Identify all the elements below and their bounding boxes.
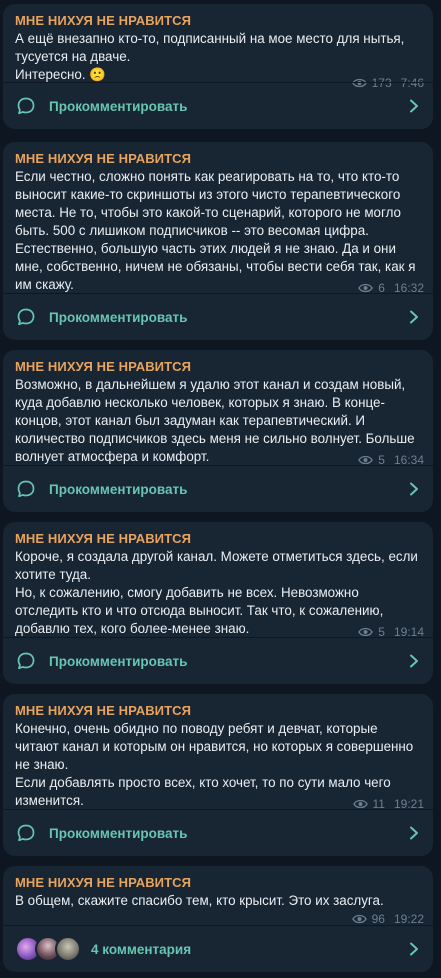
commenter-avatars xyxy=(15,936,81,962)
channel-post: МНЕ НИХУЯ НЕ НРАВИТСЯ Если честно, сложн… xyxy=(3,142,433,340)
comment-button[interactable]: Прокомментировать xyxy=(3,465,433,512)
post-meta: 96 19:22 xyxy=(351,912,424,926)
channel-post: МНЕ НИХУЯ НЕ НРАВИТСЯ В общем, скажите с… xyxy=(3,866,433,972)
view-count: 96 xyxy=(371,912,385,926)
chevron-right-icon[interactable] xyxy=(409,942,419,956)
channel-post: МНЕ НИХУЯ НЕ НРАВИТСЯ Короче, я создала … xyxy=(3,522,433,684)
channel-post: МНЕ НИХУЯ НЕ НРАВИТСЯ А ещё внезапно кто… xyxy=(3,4,433,129)
post-body: МНЕ НИХУЯ НЕ НРАВИТСЯ Короче, я создала … xyxy=(3,522,433,638)
comment-bubble-icon xyxy=(17,97,35,115)
comment-label[interactable]: Прокомментировать xyxy=(49,654,187,669)
post-body: МНЕ НИХУЯ НЕ НРАВИТСЯ Возможно, в дальне… xyxy=(3,350,433,466)
post-author[interactable]: МНЕ НИХУЯ НЕ НРАВИТСЯ xyxy=(15,703,421,718)
post-text: Если честно, сложно понять как реагирова… xyxy=(15,169,416,292)
eye-icon xyxy=(358,455,374,465)
post-body: МНЕ НИХУЯ НЕ НРАВИТСЯ Если честно, сложн… xyxy=(3,142,433,294)
comment-button[interactable]: Прокомментировать xyxy=(3,809,433,856)
chevron-right-icon[interactable] xyxy=(409,826,419,840)
comment-label[interactable]: Прокомментировать xyxy=(49,826,187,841)
comment-button[interactable]: Прокомментировать xyxy=(3,637,433,684)
comment-label[interactable]: Прокомментировать xyxy=(49,482,187,497)
chevron-right-icon[interactable] xyxy=(409,482,419,496)
chevron-right-icon[interactable] xyxy=(409,99,419,113)
channel-post: МНЕ НИХУЯ НЕ НРАВИТСЯ Возможно, в дальне… xyxy=(3,350,433,512)
post-body: МНЕ НИХУЯ НЕ НРАВИТСЯ Конечно, очень оби… xyxy=(3,694,433,810)
comment-label[interactable]: 4 комментария xyxy=(91,942,191,957)
post-author[interactable]: МНЕ НИХУЯ НЕ НРАВИТСЯ xyxy=(15,875,421,890)
post-author[interactable]: МНЕ НИХУЯ НЕ НРАВИТСЯ xyxy=(15,531,421,546)
comment-bubble-icon xyxy=(17,480,35,498)
avatar xyxy=(55,936,81,962)
comment-bubble-icon xyxy=(17,652,35,670)
comment-label[interactable]: Прокомментировать xyxy=(49,310,187,325)
comment-bubble-icon xyxy=(17,308,35,326)
post-text: В общем, скажите спасибо тем, кто крысит… xyxy=(15,893,384,908)
chevron-right-icon[interactable] xyxy=(409,654,419,668)
channel-post: МНЕ НИХУЯ НЕ НРАВИТСЯ Конечно, очень оби… xyxy=(3,694,433,856)
comments-button[interactable]: 4 комментария xyxy=(3,925,433,972)
eye-icon xyxy=(351,914,367,924)
comment-button[interactable]: Прокомментировать xyxy=(3,82,433,129)
chevron-right-icon[interactable] xyxy=(409,310,419,324)
comment-button[interactable]: Прокомментировать xyxy=(3,293,433,340)
post-author[interactable]: МНЕ НИХУЯ НЕ НРАВИТСЯ xyxy=(15,151,421,166)
post-body: МНЕ НИХУЯ НЕ НРАВИТСЯ В общем, скажите с… xyxy=(3,866,433,910)
eye-icon xyxy=(358,627,374,637)
eye-icon xyxy=(352,799,368,809)
post-author[interactable]: МНЕ НИХУЯ НЕ НРАВИТСЯ xyxy=(15,13,421,28)
post-time: 19:22 xyxy=(393,912,424,926)
comment-bubble-icon xyxy=(17,824,35,842)
post-body: МНЕ НИХУЯ НЕ НРАВИТСЯ А ещё внезапно кто… xyxy=(3,4,433,84)
comment-label[interactable]: Прокомментировать xyxy=(49,99,187,114)
post-author[interactable]: МНЕ НИХУЯ НЕ НРАВИТСЯ xyxy=(15,359,421,374)
eye-icon xyxy=(358,283,374,293)
